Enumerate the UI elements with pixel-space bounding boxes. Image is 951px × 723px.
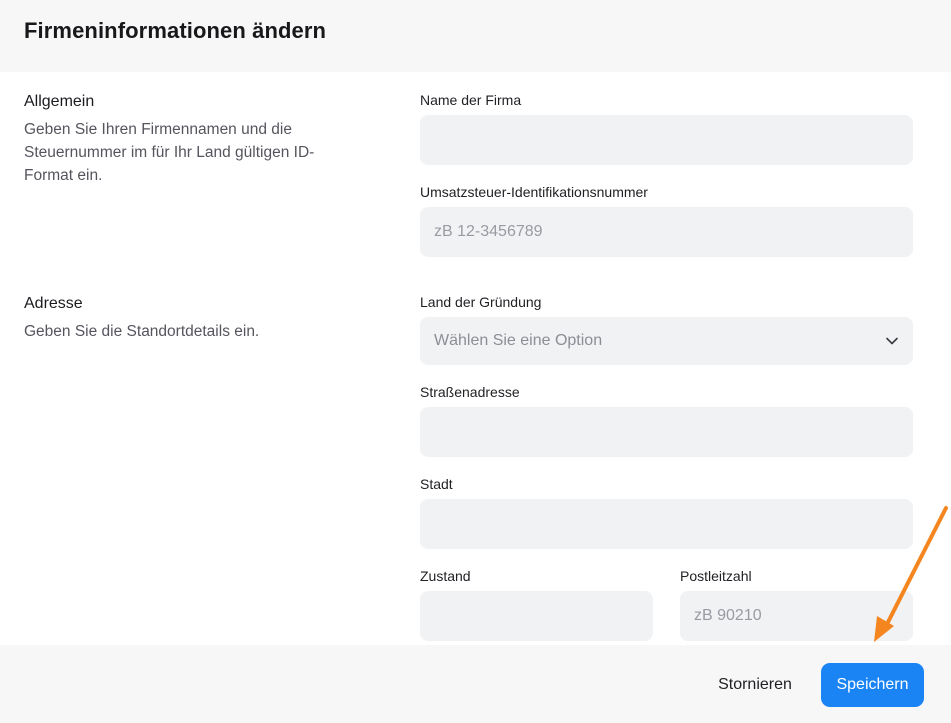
vat-id-label: Umsatzsteuer-Identifikationsnummer [420, 184, 648, 200]
company-name-label: Name der Firma [420, 92, 522, 108]
zip-input[interactable] [680, 591, 913, 641]
dialog-title: Firmeninformationen ändern [24, 18, 327, 43]
city-label: Stadt [420, 476, 453, 492]
section-title-address: Adresse [24, 295, 83, 312]
section-description-general: Geben Sie Ihren Firmennamen und die Steu… [24, 121, 315, 184]
vat-id-input[interactable] [420, 207, 913, 257]
country-select-value: Wählen Sie eine Option [434, 332, 603, 349]
dialog-header: Firmeninformationen ändern [0, 0, 951, 72]
street-label: Straßenadresse [420, 384, 520, 400]
chevron-down-icon [885, 334, 899, 348]
section-title-general: Allgemein [24, 93, 95, 110]
company-name-input[interactable] [420, 115, 913, 165]
dialog-footer [0, 645, 951, 723]
zip-label: Postleitzahl [680, 568, 752, 584]
cancel-button[interactable]: Stornieren [702, 664, 808, 706]
state-input[interactable] [420, 591, 653, 641]
section-description-address: Geben Sie die Standortdetails ein. [24, 323, 260, 340]
save-button[interactable]: Speichern [821, 663, 924, 707]
country-label: Land der Gründung [420, 294, 542, 310]
city-input[interactable] [420, 499, 913, 549]
state-label: Zustand [420, 568, 471, 584]
country-select[interactable]: Wählen Sie eine Option [420, 317, 913, 365]
street-input[interactable] [420, 407, 913, 457]
